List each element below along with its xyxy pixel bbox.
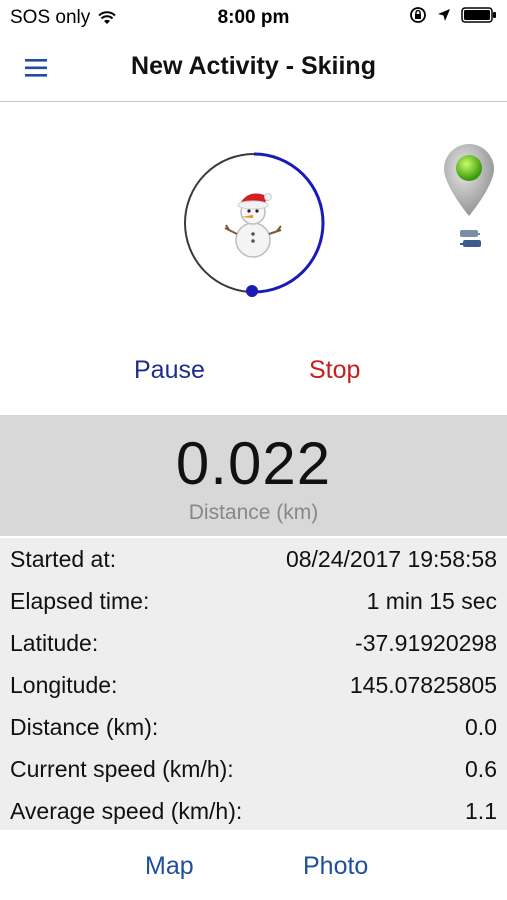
- stat-label: Latitude:: [10, 629, 99, 656]
- stat-label: Started at:: [10, 545, 117, 572]
- stat-label: Distance (km):: [10, 713, 159, 740]
- sync-icon[interactable]: [456, 226, 484, 254]
- stats-list: Started at: 08/24/2017 19:58:58 Elapsed …: [0, 538, 507, 830]
- activity-area: Pause Stop: [0, 102, 507, 414]
- stat-label: Average speed (km/h):: [10, 797, 243, 824]
- stop-button[interactable]: Stop: [309, 356, 360, 385]
- photo-button[interactable]: Photo: [303, 852, 368, 881]
- distance-value: 0.022: [175, 430, 332, 497]
- status-bar: SOS only 8:00 pm: [0, 0, 507, 36]
- map-button[interactable]: Map: [145, 852, 194, 881]
- location-arrow-icon: [438, 9, 450, 21]
- stat-row-longitude: Longitude: 145.07825805: [0, 664, 507, 706]
- snowman-icon: [224, 193, 282, 258]
- stat-row-started: Started at: 08/24/2017 19:58:58: [0, 538, 507, 580]
- distance-label: Distance (km): [188, 501, 319, 524]
- bottom-toolbar: Map Photo: [0, 832, 507, 900]
- stat-row-current-speed: Current speed (km/h): 0.6: [0, 748, 507, 790]
- distance-panel: 0.022 Distance (km): [0, 415, 507, 536]
- stat-value: 0.6: [465, 755, 497, 782]
- stat-row-latitude: Latitude: -37.91920298: [0, 622, 507, 664]
- stat-label: Elapsed time:: [10, 587, 150, 614]
- battery-icon: [461, 7, 496, 23]
- gps-pin-green-icon[interactable]: [442, 142, 496, 218]
- stat-row-distance: Distance (km): 0.0: [0, 706, 507, 748]
- rotation-lock-icon: [410, 7, 426, 23]
- pause-button[interactable]: Pause: [134, 356, 205, 385]
- stat-value: 145.07825805: [349, 671, 497, 698]
- stat-value: 08/24/2017 19:58:58: [285, 545, 497, 572]
- stat-label: Current speed (km/h):: [10, 755, 234, 782]
- stat-value: -37.91920298: [355, 629, 497, 656]
- stat-row-elapsed: Elapsed time: 1 min 15 sec: [0, 580, 507, 622]
- stat-value: 1 min 15 sec: [366, 587, 497, 614]
- stat-value: 0.0: [465, 713, 497, 740]
- stat-value: 1.1: [465, 797, 497, 824]
- nav-bar: New Activity - Skiing: [0, 36, 507, 102]
- stat-row-average-speed: Average speed (km/h): 1.1: [0, 790, 507, 832]
- stat-label: Longitude:: [10, 671, 118, 698]
- page-title: New Activity - Skiing: [131, 52, 376, 80]
- status-right: [409, 6, 497, 24]
